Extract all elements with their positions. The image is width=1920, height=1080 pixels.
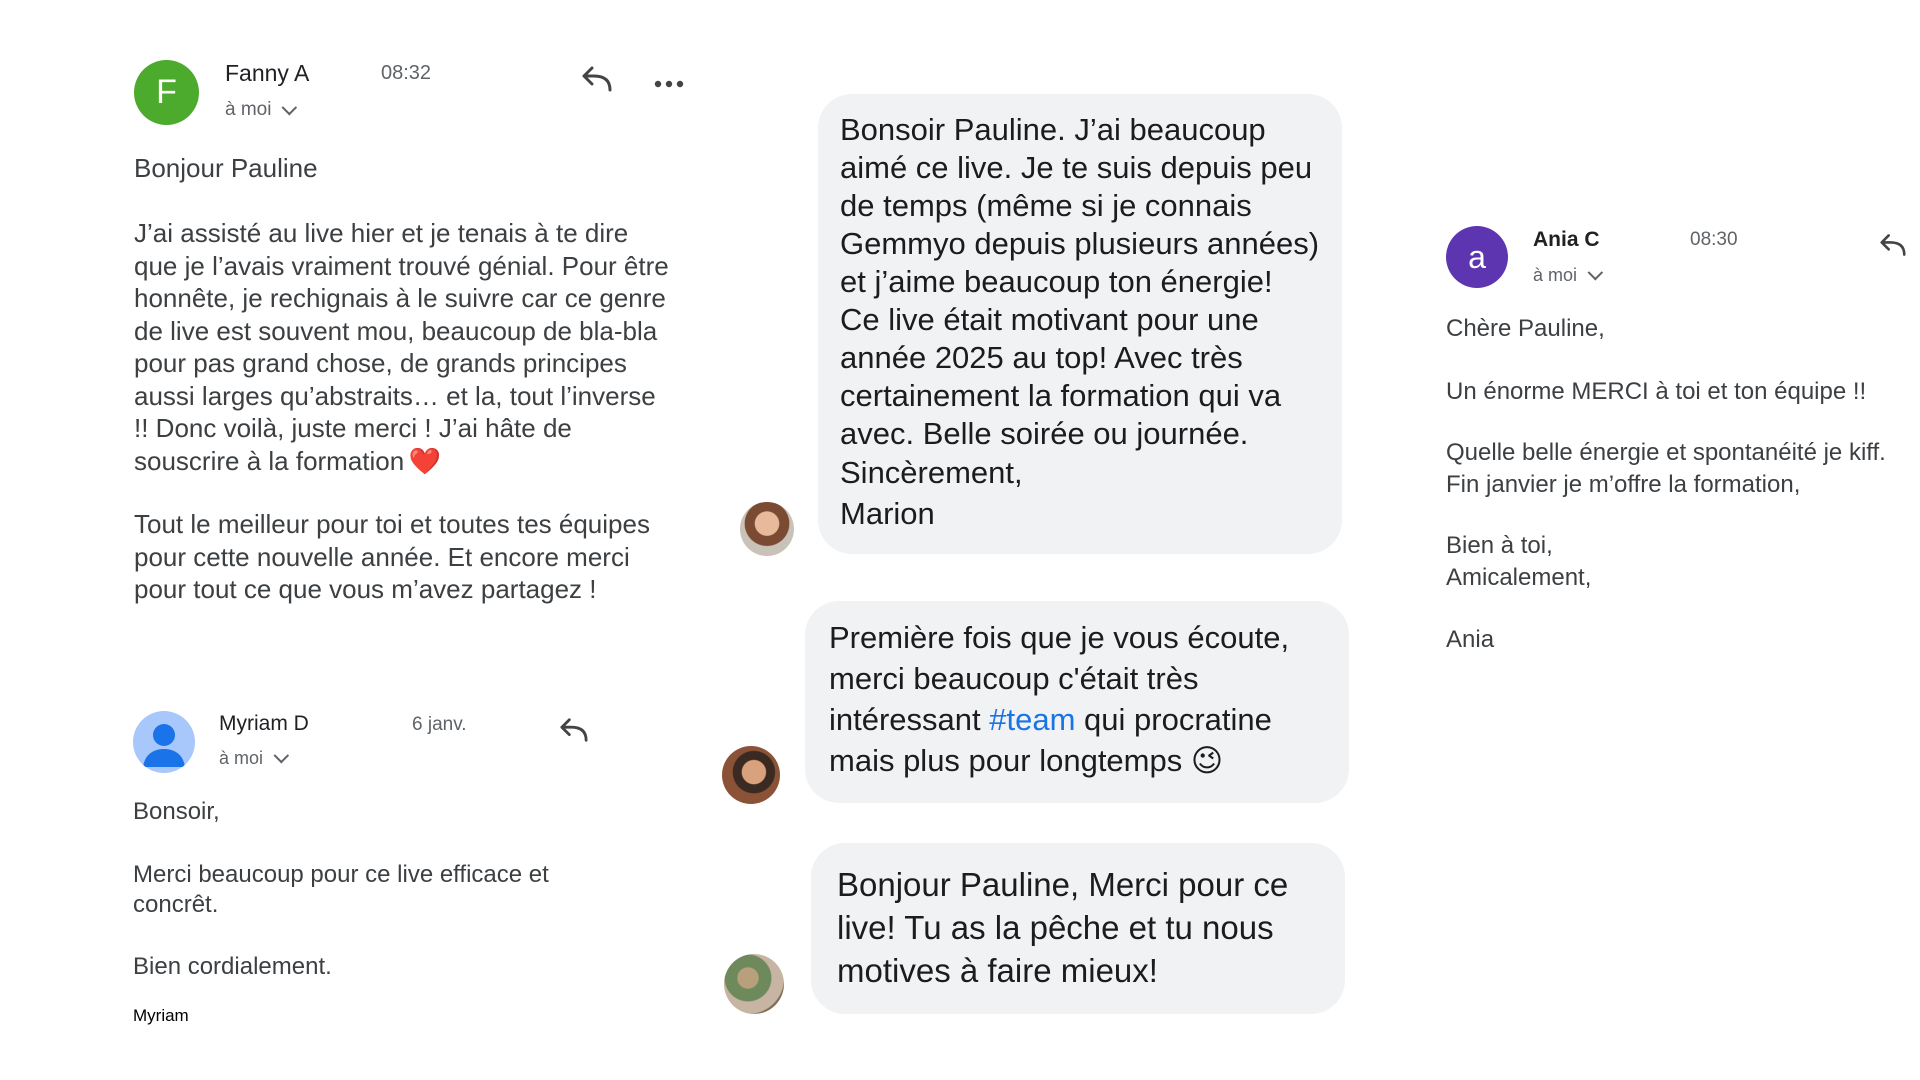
email-signature: Ania	[1446, 626, 1495, 653]
comment-bubble: Bonsoir Pauline. J’ai beaucoup aimé ce l…	[818, 94, 1342, 554]
email-greeting: Bonsoir,	[133, 798, 220, 825]
comment-text: Bonjour Pauline, Merci pour ce live! Tu …	[837, 866, 1289, 989]
sender-name[interactable]: Fanny A	[225, 60, 309, 87]
email-body: J’ai assisté au live hier et je tenais à…	[134, 217, 669, 477]
chevron-down-icon	[273, 747, 290, 764]
recipient-dropdown[interactable]: à moi	[1533, 264, 1604, 286]
person-icon	[143, 724, 185, 767]
comment-signature: Sincèrement, Marion	[840, 455, 1023, 531]
email-closing: Bien à toi, Amicalement,	[1446, 532, 1592, 591]
email-signature: Myriam	[133, 1006, 189, 1025]
commenter-avatar[interactable]	[724, 954, 784, 1014]
avatar: F	[134, 60, 199, 125]
comment-text: Bonsoir Pauline. J’ai beaucoup aimé ce l…	[840, 112, 1320, 451]
commenter-avatar[interactable]	[722, 746, 780, 804]
email-body: Merci beaucoup pour ce live efficace et …	[133, 861, 549, 918]
email-body-closing: Tout le meilleur pour toi et toutes tes …	[134, 509, 650, 604]
commenter-avatar[interactable]	[740, 502, 794, 556]
reply-icon[interactable]	[1878, 232, 1908, 258]
email-time: 08:30	[1690, 229, 1738, 250]
heart-emoji: ❤️	[408, 445, 442, 476]
more-horizontal-icon[interactable]	[654, 76, 684, 88]
hashtag-link[interactable]: #team	[989, 702, 1075, 737]
sender-name[interactable]: Ania C	[1533, 228, 1600, 252]
comment-bubble: Bonjour Pauline, Merci pour ce live! Tu …	[811, 843, 1345, 1014]
email-time: 08:32	[381, 62, 432, 84]
comment-text: Première fois que je vous écoute, merci …	[829, 617, 1289, 781]
recipient-label: à moi	[219, 748, 264, 768]
avatar	[133, 711, 195, 773]
recipient-dropdown[interactable]: à moi	[219, 747, 290, 769]
reply-icon[interactable]	[558, 716, 590, 744]
chevron-down-icon	[282, 99, 298, 115]
reply-icon[interactable]	[580, 64, 614, 94]
recipient-label: à moi	[225, 99, 272, 120]
recipient-label: à moi	[1533, 265, 1578, 285]
email-body-line: Un énorme MERCI à toi et ton équipe !!	[1446, 378, 1867, 405]
avatar-letter: F	[156, 73, 177, 111]
email-greeting: Bonjour Pauline	[134, 153, 318, 183]
email-closing: Bien cordialement.	[133, 953, 332, 980]
email-greeting: Chère Pauline,	[1446, 315, 1605, 342]
avatar: a	[1446, 226, 1508, 288]
email-body-line: Quelle belle énergie et spontanéité je k…	[1446, 439, 1886, 498]
sender-name[interactable]: Myriam D	[219, 712, 309, 736]
recipient-dropdown[interactable]: à moi	[225, 99, 298, 121]
avatar-letter: a	[1468, 238, 1486, 275]
email-time: 6 janv.	[412, 714, 467, 735]
email-body-text: J’ai assisté au live hier et je tenais à…	[134, 218, 669, 476]
wink-emoji: 😉	[1190, 743, 1224, 778]
chevron-down-icon	[1587, 264, 1604, 281]
comment-bubble: Première fois que je vous écoute, merci …	[805, 601, 1349, 803]
